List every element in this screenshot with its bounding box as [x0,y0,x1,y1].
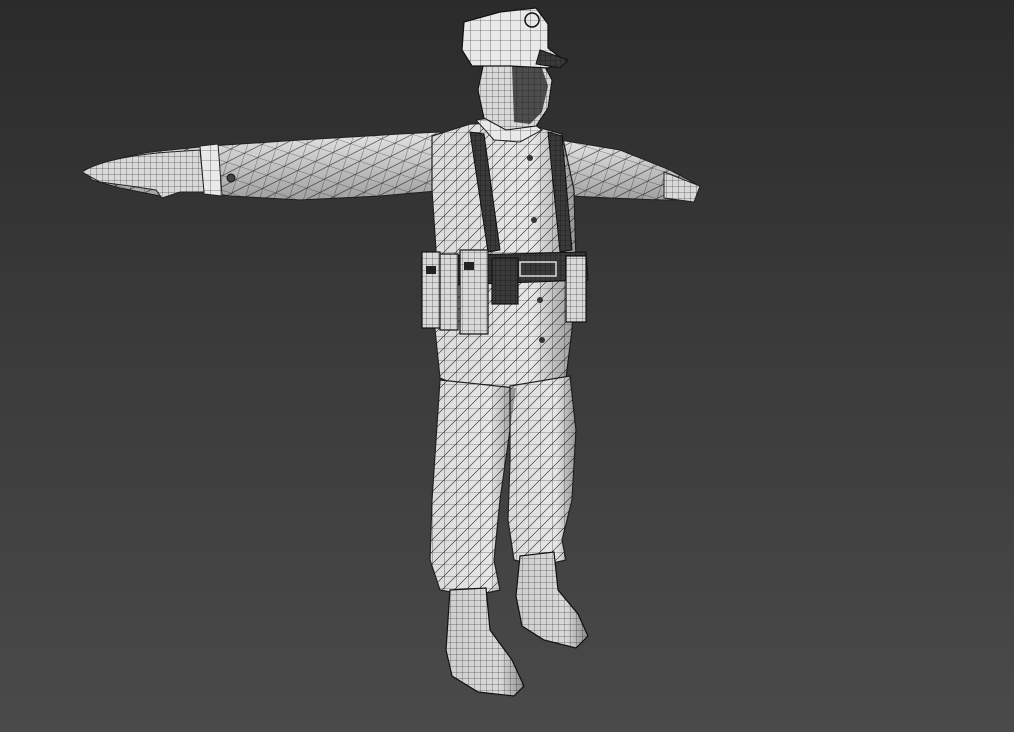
cap [461,7,569,69]
3d-viewport[interactable] [0,0,1014,732]
left-arm [81,131,449,201]
head [477,57,553,131]
right-arm [559,139,701,203]
model-render [81,7,701,697]
